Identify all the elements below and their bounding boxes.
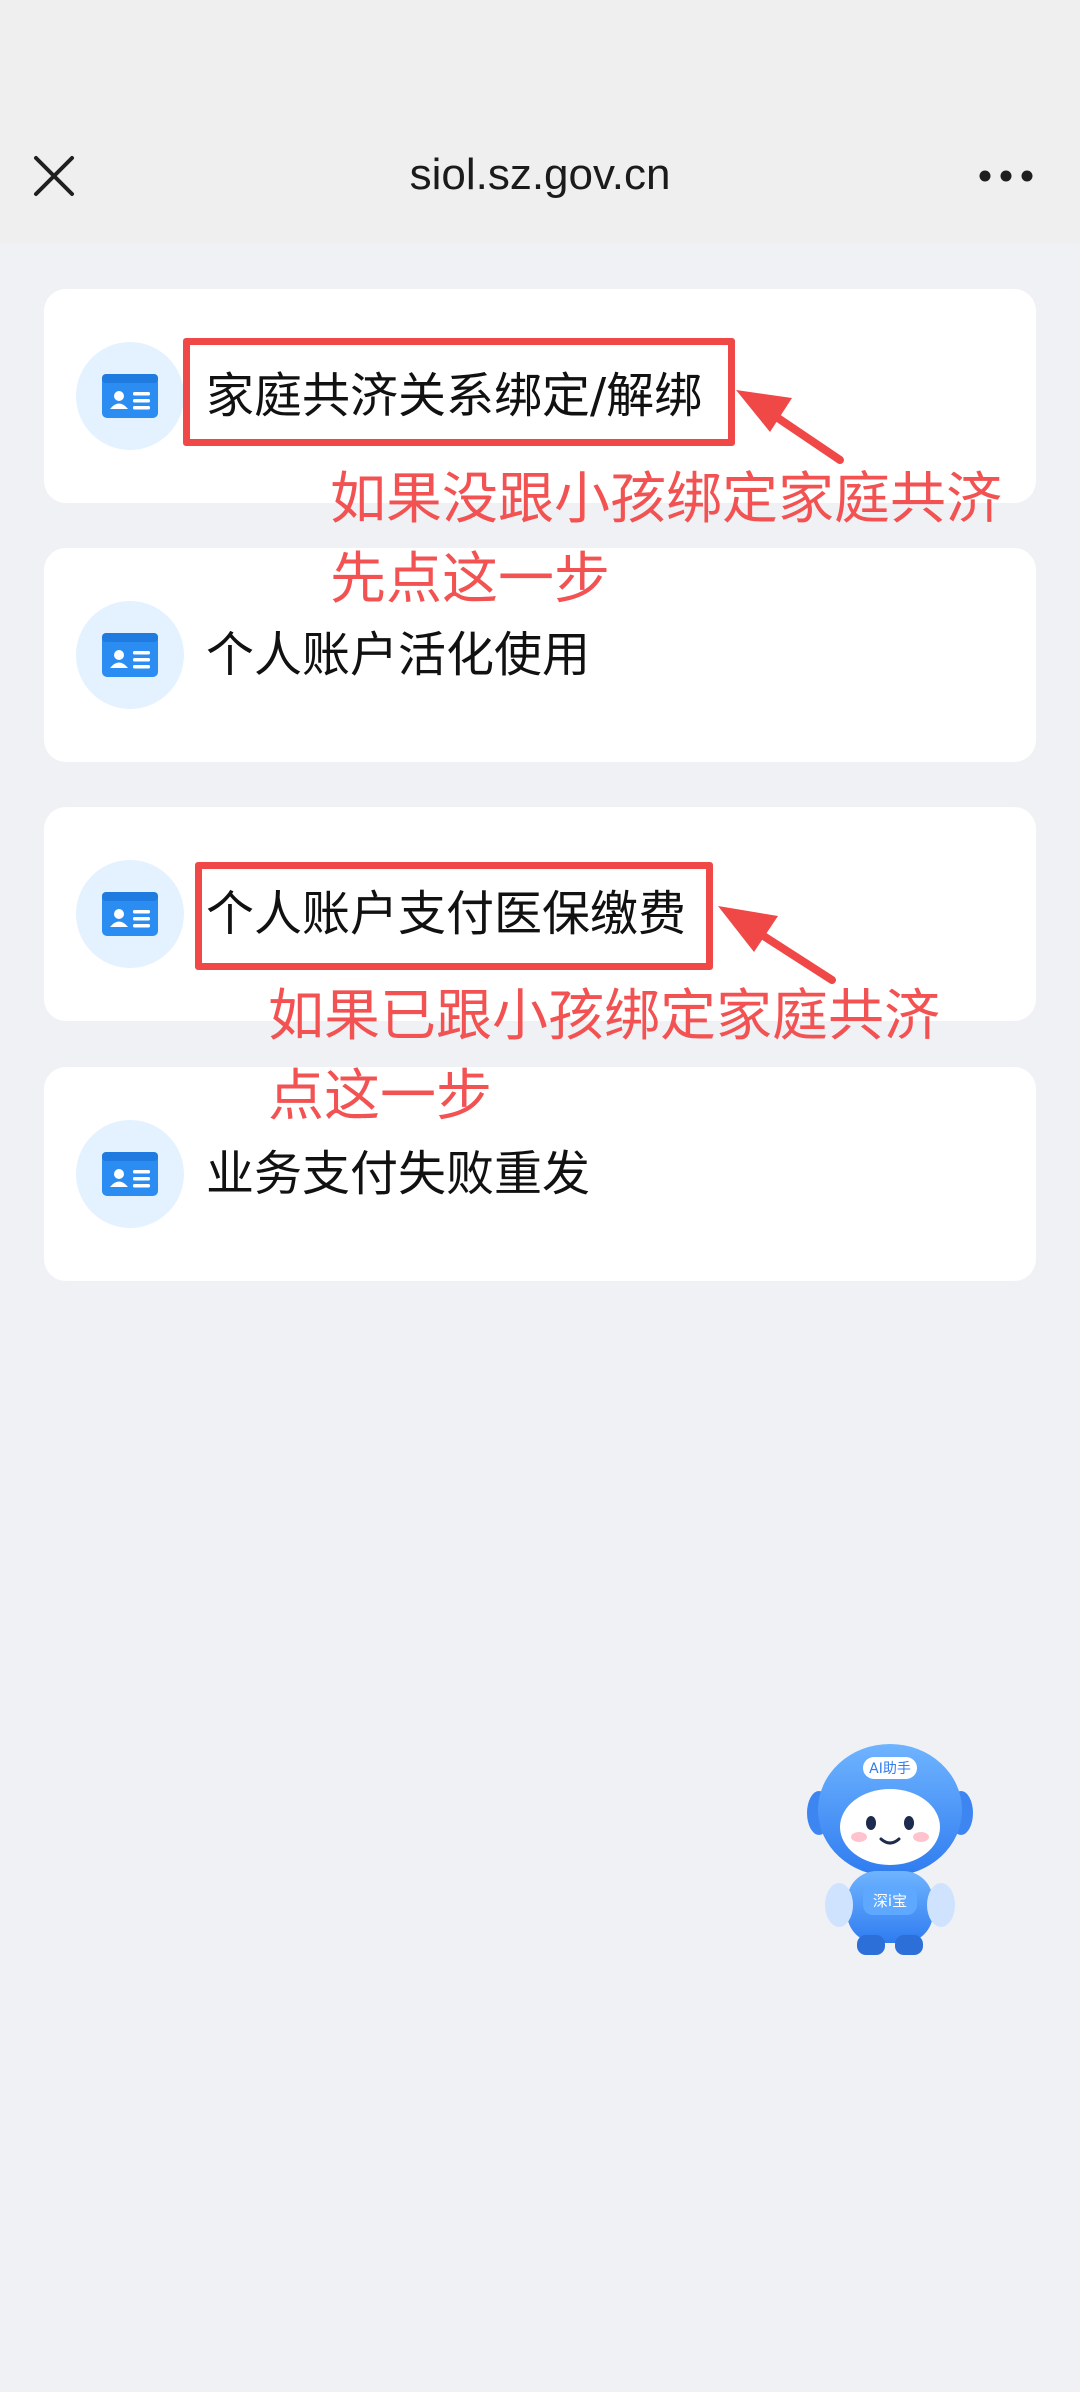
svg-text:深i宝: 深i宝 [873,1892,907,1910]
more-dots-icon [979,170,1033,182]
close-button[interactable] [24,146,84,206]
more-button[interactable] [966,146,1046,206]
id-card-icon [76,342,184,450]
assistant-mascot-button[interactable]: AI助手 深i宝 [805,1735,975,1960]
annotation-second-line2: 点这一步 [268,1064,492,1129]
arrow-first-icon [736,390,844,464]
page: siol.sz.gov.cn 家庭共济关系绑定/解绑 个人账户活化使用 个人账户… [0,0,1080,2392]
menu-item-payment-retry[interactable]: 业务支付失败重发 [44,1067,1036,1281]
annotation-second-line1: 如果已跟小孩绑定家庭共济 [268,984,940,1049]
id-card-icon [76,860,184,968]
id-card-icon [76,1120,184,1228]
highlight-box-first [183,338,735,446]
menu-item-label: 个人账户活化使用 [206,627,591,683]
highlight-box-second [195,862,713,970]
annotation-first-line2: 先点这一步 [330,547,610,612]
svg-text:AI助手: AI助手 [869,1761,911,1777]
robot-mascot-icon: AI助手 深i宝 [807,1744,973,1955]
close-icon [34,156,74,196]
id-card-icon [76,601,184,709]
annotation-first-line1: 如果没跟小孩绑定家庭共济 [330,467,1002,532]
menu-item-label: 业务支付失败重发 [206,1146,591,1202]
nav-bar: siol.sz.gov.cn [0,118,1080,244]
page-url-title: siol.sz.gov.cn [409,150,671,199]
